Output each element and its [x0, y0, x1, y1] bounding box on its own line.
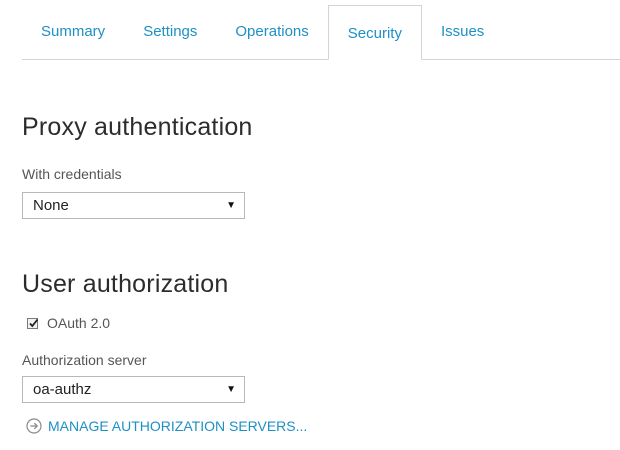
- proxy-authentication-heading: Proxy authentication: [22, 113, 253, 141]
- with-credentials-label: With credentials: [22, 166, 122, 182]
- authorization-server-select[interactable]: oa-authz ▼: [22, 376, 245, 403]
- oauth-label: OAuth 2.0: [47, 315, 111, 331]
- credentials-select-value: None: [33, 197, 69, 214]
- tab-security[interactable]: Security: [327, 5, 422, 60]
- authorization-server-select-value: oa-authz: [33, 381, 92, 398]
- tab-settings[interactable]: Settings: [124, 5, 216, 59]
- tab-operations[interactable]: Operations: [216, 5, 327, 59]
- checkmark-icon: [29, 318, 39, 327]
- credentials-select[interactable]: None ▼: [22, 192, 245, 219]
- tab-summary[interactable]: Summary: [22, 5, 124, 59]
- user-authorization-heading: User authorization: [22, 270, 229, 298]
- manage-authorization-servers-link[interactable]: MANAGE AUTHORIZATION SERVERS...: [26, 418, 307, 434]
- tab-bar: Summary Settings Operations Security Iss…: [22, 5, 620, 60]
- arrow-right-circle-icon: [26, 418, 42, 434]
- dropdown-arrow-icon: ▼: [226, 200, 236, 211]
- oauth-checkbox[interactable]: [27, 317, 39, 329]
- dropdown-arrow-icon: ▼: [226, 384, 236, 395]
- authorization-server-label: Authorization server: [22, 352, 147, 368]
- tab-issues[interactable]: Issues: [422, 5, 503, 59]
- oauth-option: OAuth 2.0: [27, 315, 110, 331]
- manage-link-label: MANAGE AUTHORIZATION SERVERS...: [48, 418, 308, 434]
